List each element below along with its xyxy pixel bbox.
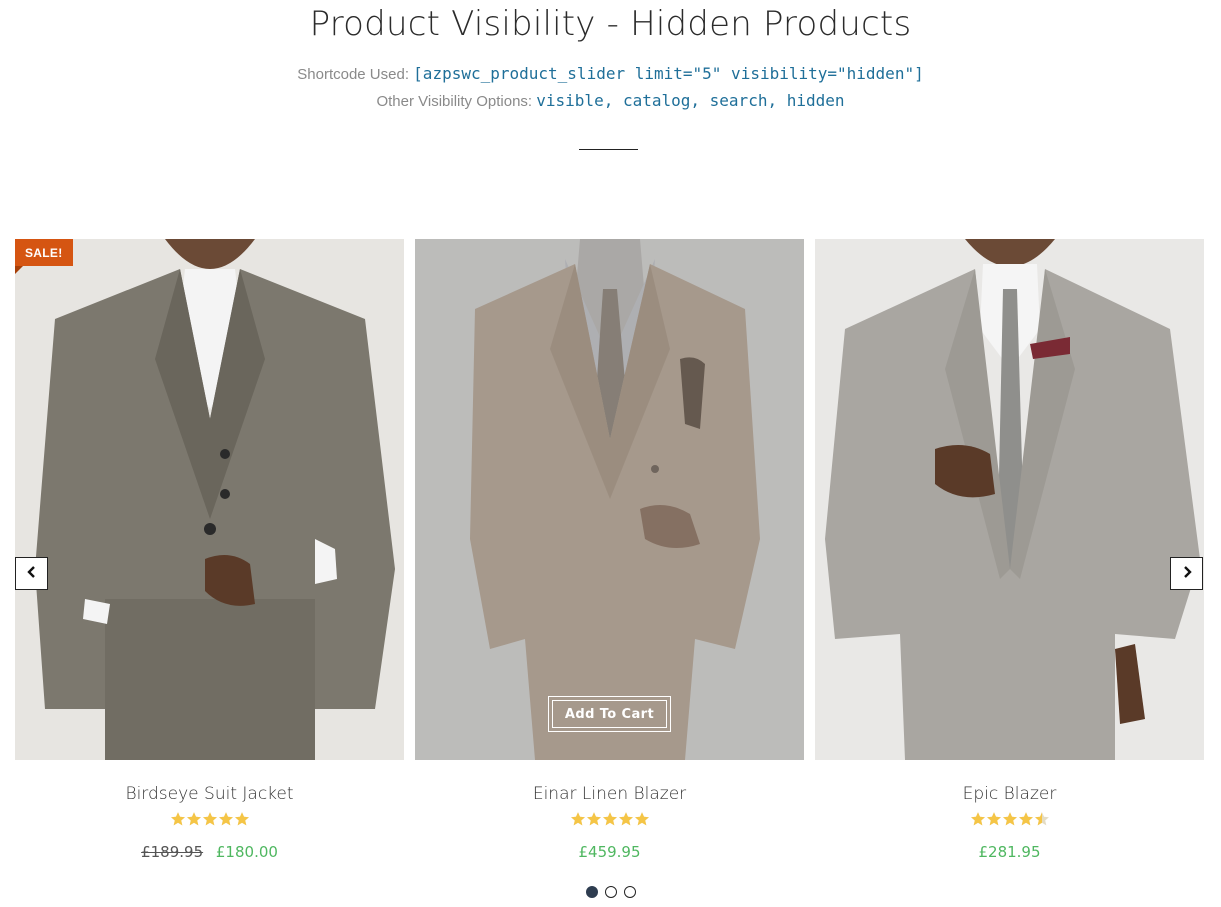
product-image-birdseye-suit-jacket[interactable] — [15, 239, 404, 760]
original-price: £189.95 — [141, 843, 204, 861]
star-icon — [618, 812, 633, 826]
star-rating — [815, 811, 1204, 827]
visibility-options-value: visible, catalog, search, hidden — [536, 91, 845, 110]
slider-next-button[interactable] — [1170, 557, 1203, 590]
slider-pagination — [0, 886, 1221, 898]
title-divider — [579, 149, 638, 150]
star-rating — [15, 811, 404, 827]
shortcode-label: Shortcode Used: — [297, 66, 409, 83]
star-icon — [1018, 812, 1033, 826]
price: £281.95 — [815, 843, 1204, 861]
pagination-dot[interactable] — [585, 886, 598, 898]
visibility-options-label: Other Visibility Options: — [376, 93, 533, 110]
shortcode-info: Shortcode Used: [azpswc_product_slider l… — [0, 64, 1221, 83]
product-card[interactable]: Epic Blazer £281.95 — [815, 239, 1204, 869]
star-icon — [234, 812, 249, 826]
star-icon — [986, 812, 1001, 826]
star-icon — [634, 812, 649, 826]
slider-prev-button[interactable] — [15, 557, 48, 590]
star-rating — [415, 811, 804, 827]
product-card[interactable]: SALE! Birdseye Suit Jacket £189.95 £180.… — [15, 239, 404, 869]
sale-badge: SALE! — [15, 239, 73, 274]
star-icon — [602, 812, 617, 826]
product-slider: SALE! Birdseye Suit Jacket £189.95 £180.… — [15, 239, 1205, 879]
star-icon — [202, 812, 217, 826]
pagination-dot[interactable] — [623, 886, 636, 898]
price: £459.95 — [415, 843, 804, 861]
product-name[interactable]: Einar Linen Blazer — [415, 784, 804, 804]
sale-price: £180.00 — [215, 843, 278, 861]
star-icon — [586, 812, 601, 826]
star-icon — [170, 812, 185, 826]
price: £189.95 £180.00 — [15, 843, 404, 861]
chevron-left-icon — [26, 565, 37, 583]
product-name[interactable]: Birdseye Suit Jacket — [15, 784, 404, 804]
shortcode-value: [azpswc_product_slider limit="5" visibil… — [413, 64, 924, 83]
star-icon — [1002, 812, 1017, 826]
hover-overlay — [415, 239, 804, 760]
chevron-right-icon — [1182, 565, 1192, 583]
star-icon — [218, 812, 233, 826]
page-title: Product Visibility - Hidden Products — [309, 4, 912, 44]
regular-price: £459.95 — [578, 843, 641, 861]
product-name[interactable]: Epic Blazer — [815, 784, 1204, 804]
visibility-options-info: Other Visibility Options: visible, catal… — [0, 91, 1221, 110]
pagination-dot[interactable] — [604, 886, 617, 898]
regular-price: £281.95 — [978, 843, 1041, 861]
star-icon — [970, 812, 985, 826]
star-icon — [1034, 812, 1049, 826]
star-icon — [570, 812, 585, 826]
product-image-epic-blazer[interactable] — [815, 239, 1204, 760]
product-card[interactable]: Add To Cart Einar Linen Blazer £459.95 — [415, 239, 804, 869]
star-icon — [186, 812, 201, 826]
add-to-cart-button[interactable]: Add To Cart — [548, 696, 671, 732]
